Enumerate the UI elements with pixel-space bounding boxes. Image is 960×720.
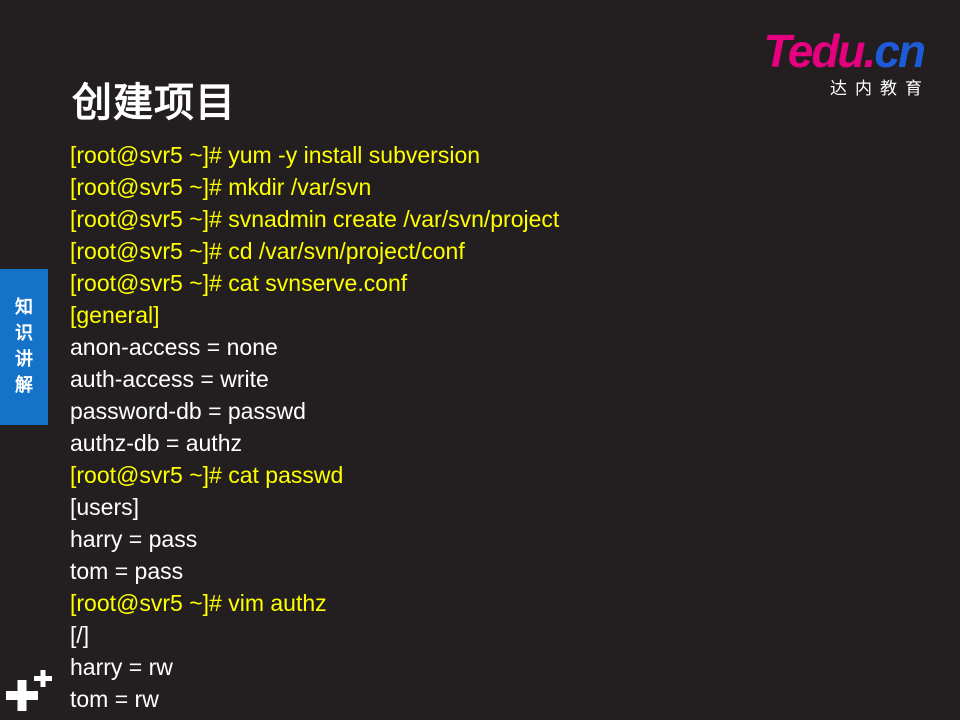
- tedu-logo: Tedu.cn 达内教育: [744, 25, 926, 99]
- side-tab-char: 识: [15, 323, 33, 344]
- output-line: tom = pass: [70, 558, 184, 584]
- page-title: 创建项目: [72, 80, 236, 126]
- output-line: anon-access = none: [70, 334, 278, 360]
- logo-tld: cn: [874, 25, 926, 77]
- command-line: [root@svr5 ~]# yum -y install subversion: [70, 142, 481, 168]
- command-line: [root@svr5 ~]# cat svnserve.conf: [70, 270, 408, 296]
- side-tab-knowledge: 知 识 讲 解: [0, 269, 48, 425]
- command-line: [root@svr5 ~]# vim authz: [70, 590, 327, 616]
- output-line: [users]: [70, 494, 140, 520]
- command-line: [general]: [70, 302, 160, 328]
- output-line: [/]: [70, 622, 90, 648]
- command-line: [root@svr5 ~]# cd /var/svn/project/conf: [70, 238, 465, 264]
- logo-dot: .: [863, 25, 877, 77]
- slide: 创建项目 Tedu.cn 达内教育 知 识 讲 解 [root@svr5 ~]#…: [0, 0, 960, 720]
- output-line: harry = rw: [70, 654, 173, 680]
- logo-subtitle: 达内教育: [830, 79, 930, 99]
- logo-brand: Tedu: [763, 25, 865, 77]
- command-line: [root@svr5 ~]# mkdir /var/svn: [70, 174, 372, 200]
- side-tab-char: 讲: [15, 349, 33, 370]
- side-tab-char: 知: [15, 297, 33, 318]
- logo-wordmark: Tedu.cn: [744, 25, 926, 77]
- terminal-listing: [root@svr5 ~]# yum -y install subversion…: [70, 139, 559, 715]
- command-line: [root@svr5 ~]# svnadmin create /var/svn/…: [70, 206, 560, 232]
- output-line: harry = pass: [70, 526, 198, 552]
- output-line: authz-db = authz: [70, 430, 242, 456]
- side-tab-char: 解: [15, 375, 33, 396]
- command-line: [root@svr5 ~]# cat passwd: [70, 462, 344, 488]
- output-line: password-db = passwd: [70, 398, 306, 424]
- plus-plus-icon: [6, 670, 52, 711]
- output-line: tom = rw: [70, 686, 159, 712]
- output-line: auth-access = write: [70, 366, 269, 392]
